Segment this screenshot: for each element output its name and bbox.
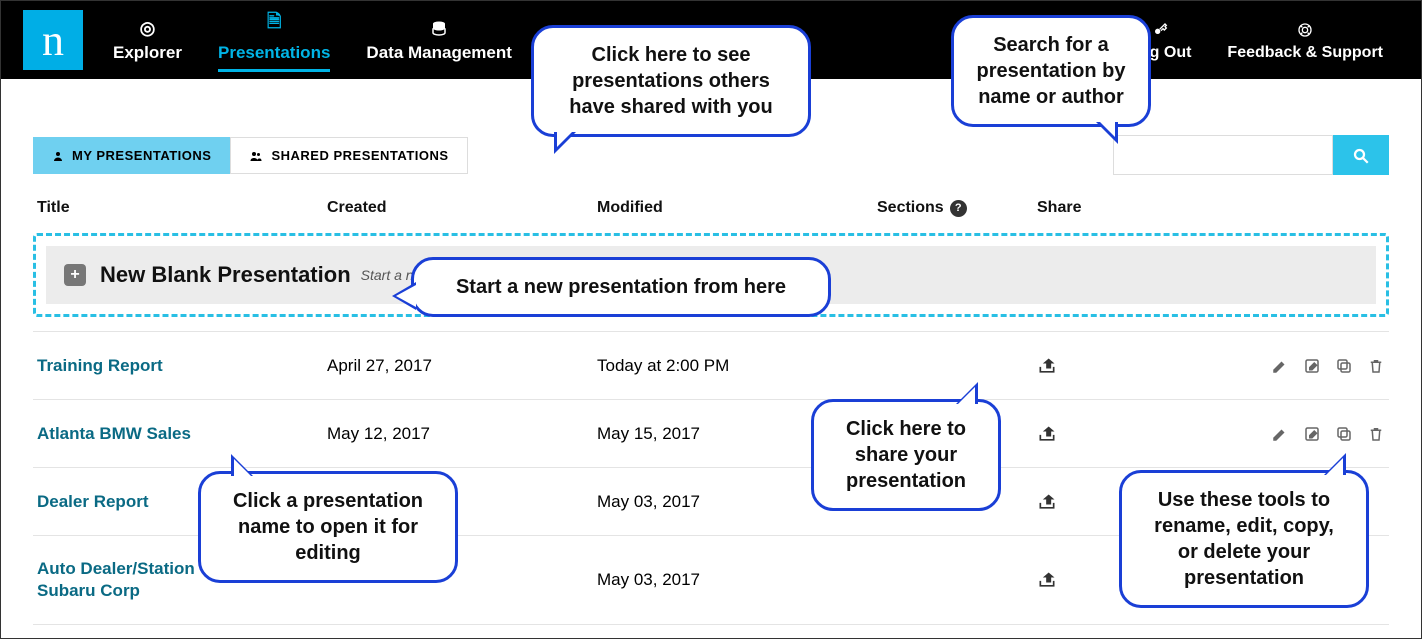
tab-label: MY PRESENTATIONS [72, 148, 211, 163]
search-icon [1352, 147, 1370, 165]
rename-icon[interactable] [1271, 423, 1289, 444]
edit-icon[interactable] [1303, 423, 1321, 444]
col-title: Title [37, 199, 327, 217]
callout-text: Click a presentation name to open it for… [233, 490, 423, 564]
search-wrap [1113, 135, 1389, 175]
callout-open: Click a presentation name to open it for… [198, 471, 458, 583]
copy-icon[interactable] [1335, 355, 1353, 376]
callout-shared: Click here to see presentations others h… [531, 25, 811, 137]
callout-text: Click here to share your presentation [846, 418, 966, 492]
row-tools [1157, 355, 1385, 376]
nav-label: Data Management [366, 43, 511, 63]
callout-tail [1096, 122, 1118, 144]
person-icon [52, 148, 64, 163]
search-button[interactable] [1333, 135, 1389, 175]
created-cell: April 27, 2017 [327, 356, 597, 376]
database-icon-svg [430, 20, 448, 38]
nav-label: Explorer [113, 43, 182, 63]
col-sections: Sections ? [877, 199, 1037, 217]
document-icon: 🗎 [218, 9, 330, 39]
tab-label: SHARED PRESENTATIONS [271, 148, 448, 163]
nav-label: Presentations [218, 43, 330, 63]
tab-shared-presentations[interactable]: SHARED PRESENTATIONS [230, 137, 467, 174]
share-button[interactable] [1037, 490, 1057, 513]
callout-new: Start a new presentation from here [411, 257, 831, 317]
nav-data-management[interactable]: Data Management [348, 1, 529, 79]
compass-icon: ◎ [113, 18, 182, 39]
table-header: Title Created Modified Sections ? Share [33, 189, 1389, 227]
presentation-title-link[interactable]: Atlanta BMW Sales [37, 424, 191, 443]
nav-right: Log Out Feedback & Support [1112, 1, 1421, 79]
modified-cell: Today at 2:00 PM [597, 356, 877, 376]
callout-tail [231, 454, 253, 476]
callout-text: Start a new presentation from here [456, 276, 786, 298]
col-created: Created [327, 199, 597, 217]
new-presentation-label: New Blank Presentation [100, 262, 351, 288]
nav-feedback[interactable]: Feedback & Support [1209, 1, 1401, 79]
tab-bar: MY PRESENTATIONS SHARED PRESENTATIONS [33, 135, 1389, 175]
callout-tail [1324, 453, 1346, 475]
col-modified: Modified [597, 199, 877, 217]
callout-search: Search for a presentation by name or aut… [951, 15, 1151, 127]
database-icon [366, 18, 511, 39]
delete-icon[interactable] [1367, 355, 1385, 376]
callout-text: Use these tools to rename, edit, copy, o… [1154, 489, 1334, 589]
share-button[interactable] [1037, 422, 1057, 445]
callout-tools: Use these tools to rename, edit, copy, o… [1119, 470, 1369, 608]
active-underline [218, 69, 330, 72]
col-share: Share [1037, 199, 1157, 217]
nav-items: ◎ Explorer 🗎 Presentations Data Manageme… [95, 1, 530, 79]
callout-share: Click here to share your presentation [811, 399, 1001, 511]
lifebuoy-icon [1227, 19, 1383, 40]
search-input[interactable] [1113, 135, 1333, 175]
callout-tail [956, 382, 978, 404]
modified-cell: May 03, 2017 [597, 570, 877, 590]
nav-explorer[interactable]: ◎ Explorer [95, 1, 200, 79]
presentation-title-link[interactable]: Dealer Report [37, 492, 148, 511]
created-cell: May 12, 2017 [327, 424, 597, 444]
copy-icon[interactable] [1335, 423, 1353, 444]
callout-tail [392, 282, 416, 310]
callout-tail [554, 132, 576, 154]
rename-icon[interactable] [1271, 355, 1289, 376]
share-button[interactable] [1037, 569, 1057, 592]
nav-label: Feedback & Support [1227, 44, 1383, 62]
plus-icon: + [64, 264, 86, 286]
edit-icon[interactable] [1303, 355, 1321, 376]
callout-text: Search for a presentation by name or aut… [977, 34, 1126, 108]
nav-presentations[interactable]: 🗎 Presentations [200, 1, 348, 79]
brand-logo[interactable]: n [23, 10, 83, 70]
row-tools [1157, 423, 1385, 444]
people-icon [249, 148, 263, 163]
delete-icon[interactable] [1367, 423, 1385, 444]
col-sections-label: Sections [877, 199, 944, 217]
callout-text: Click here to see presentations others h… [569, 44, 772, 118]
help-icon[interactable]: ? [950, 200, 967, 217]
table-row: Training Report April 27, 2017 Today at … [33, 331, 1389, 399]
col-tools-header [1157, 199, 1385, 217]
share-button[interactable] [1037, 354, 1057, 377]
tab-my-presentations[interactable]: MY PRESENTATIONS [33, 137, 230, 174]
presentation-title-link[interactable]: Training Report [37, 356, 163, 375]
